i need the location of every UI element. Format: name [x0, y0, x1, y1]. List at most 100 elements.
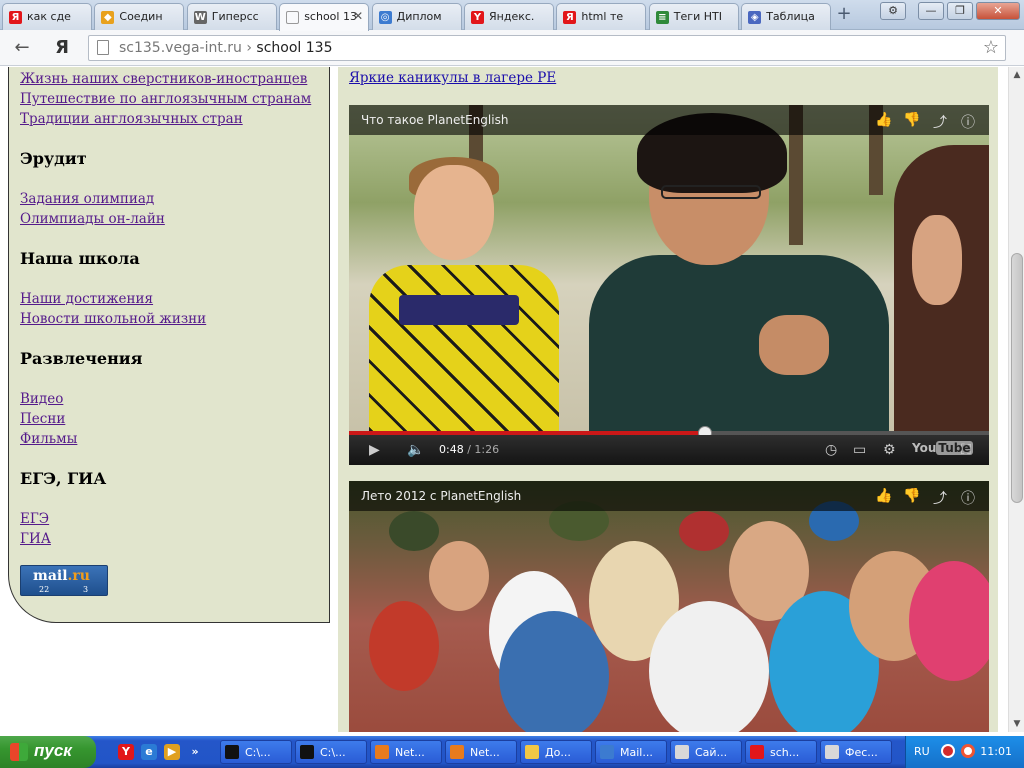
maximize-button[interactable]: ❐	[947, 2, 973, 20]
captions-icon[interactable]: ▭	[853, 442, 866, 458]
bookmark-star-icon[interactable]: ☆	[983, 37, 999, 58]
video-actions: 👍 👎 ⤴ ⓘ	[875, 488, 977, 508]
camp-link[interactable]: Яркие каникулы в лагере PE	[349, 70, 556, 86]
taskbar-task[interactable]: C:\...	[220, 740, 292, 764]
video-player-1[interactable]: Что такое PlanetEnglish 👍 👎 ⤴ ⓘ ▶ 🔈 0:48…	[349, 105, 989, 465]
hand	[759, 315, 829, 375]
minimize-button[interactable]: —	[918, 2, 944, 20]
browser-tab[interactable]: ◈ Таблица	[741, 3, 832, 30]
vertical-scrollbar[interactable]: ▲ ▼	[1008, 67, 1024, 732]
sidebar-link[interactable]: Наши достижения	[20, 289, 329, 309]
info-icon[interactable]: ⓘ	[959, 112, 977, 132]
windows-logo-icon	[10, 743, 28, 761]
time-display: 0:48 / 1:26	[439, 443, 499, 456]
volume-icon[interactable]: 🔈	[407, 442, 424, 458]
video-player-2[interactable]: Лето 2012 с PlanetEnglish 👍 👎 ⤴ ⓘ	[349, 481, 989, 732]
tab-label: Гиперсс	[211, 10, 259, 23]
browser-tab[interactable]: ◎ Диплом	[371, 3, 462, 30]
tab-favicon-icon: ◈	[748, 11, 762, 24]
player-controls: ▶ 🔈 0:48 / 1:26 ◷ ▭ ⚙ You Tube ⛶	[349, 435, 989, 465]
dislike-icon[interactable]: 👎	[903, 488, 921, 508]
taskbar-task[interactable]: До...	[520, 740, 592, 764]
sidebar-link[interactable]: Видео	[20, 389, 329, 409]
browser-tab[interactable]: ◆ Соедин	[94, 3, 185, 30]
address-bar[interactable]: sc135.vega-int.ru › school 135 ☆	[88, 35, 1006, 61]
url-path: school 135	[256, 40, 333, 56]
video-title-text[interactable]: Лето 2012 с PlanetEnglish	[361, 489, 521, 503]
taskbar-task[interactable]: Mail...	[595, 740, 667, 764]
sidebar-link[interactable]: Жизнь наших сверстников-иностранцев	[20, 69, 329, 89]
video-title-text[interactable]: Что такое PlanetEnglish	[361, 113, 508, 127]
language-indicator[interactable]: RU	[914, 745, 930, 758]
media-quicklaunch-icon[interactable]: ▶	[164, 744, 180, 760]
play-icon[interactable]: ▶	[369, 442, 380, 458]
video-actions: 👍 👎 ⤴ ⓘ	[875, 112, 977, 132]
glasses	[661, 185, 761, 199]
antivirus-tray-icon[interactable]	[941, 744, 955, 758]
crowd-figure	[499, 611, 609, 732]
sidebar-link[interactable]: Песни	[20, 409, 329, 429]
settings-icon[interactable]: ⚙	[880, 2, 906, 20]
video-frame[interactable]	[349, 481, 989, 732]
yandex-quicklaunch-icon[interactable]: Y	[118, 744, 134, 760]
task-label: Net...	[470, 746, 500, 759]
sidebar-link[interactable]: Фильмы	[20, 429, 329, 449]
task-label: Net...	[395, 746, 425, 759]
browser-tab[interactable]: Якак сде	[2, 3, 92, 30]
taskbar-task[interactable]: Сай...	[670, 740, 742, 764]
sidebar-link[interactable]: Задания олимпиад	[20, 189, 329, 209]
browser-tab[interactable]: W Гиперсс	[186, 3, 277, 30]
taskbar-task[interactable]: C:\...	[295, 740, 367, 764]
share-icon[interactable]: ⤴	[931, 112, 949, 132]
sidebar-link[interactable]: ГИА	[20, 529, 329, 549]
close-window-button[interactable]: ✕	[976, 2, 1020, 20]
like-icon[interactable]: 👍	[875, 112, 893, 132]
browser-tab[interactable]: Яhtml те	[556, 3, 647, 30]
sidebar-link[interactable]: Традиции англоязычных стран	[20, 109, 329, 129]
mailru-logo-text: mail	[33, 568, 68, 584]
tab-label: как сде	[27, 10, 71, 23]
back-button[interactable]: ←	[10, 36, 34, 60]
task-label: Фес...	[845, 746, 878, 759]
info-icon[interactable]: ⓘ	[959, 488, 977, 508]
ie-quicklaunch-icon[interactable]: e	[141, 744, 157, 760]
fullscreen-icon[interactable]: ⛶	[961, 442, 971, 458]
sidebar-link[interactable]: Олимпиады он-лайн	[20, 209, 329, 229]
tab-favicon-icon: W	[193, 11, 207, 24]
sidebar-link[interactable]: Путешествие по англоязычным странам	[20, 89, 329, 109]
time-separator: /	[463, 443, 475, 456]
video-frame[interactable]	[349, 105, 989, 445]
counter-right: 3	[83, 585, 89, 594]
mailru-logo-domain: .ru	[67, 568, 90, 584]
sidebar-link[interactable]: ЕГЭ	[20, 509, 329, 529]
scroll-down-arrow[interactable]: ▼	[1009, 716, 1024, 732]
browser-tab[interactable]: Y Яндекс.	[464, 3, 554, 30]
scroll-up-arrow[interactable]: ▲	[1009, 67, 1024, 83]
share-icon[interactable]: ⤴	[931, 488, 949, 508]
sidebar-link[interactable]: Новости школьной жизни	[20, 309, 329, 329]
browser-tab[interactable]: school 13 ✕	[279, 3, 370, 31]
main-content: Яркие каникулы в лагере PE Что такое Pla…	[338, 67, 998, 732]
taskbar-task[interactable]: Net...	[370, 740, 442, 764]
browser-tab[interactable]: ≡ Теги HTI	[648, 3, 739, 30]
taskbar-task[interactable]: Net...	[445, 740, 517, 764]
opera-tray-icon[interactable]	[961, 744, 975, 758]
time-total: 1:26	[474, 443, 500, 456]
url-text[interactable]: sc135.vega-int.ru › school 135	[119, 40, 332, 56]
tab-label: Таблица	[766, 10, 815, 23]
like-icon[interactable]: 👍	[875, 488, 893, 508]
mailru-counter[interactable]: mail.ru 22 3	[20, 565, 108, 596]
tab-close-icon[interactable]: ✕	[353, 9, 363, 23]
watch-later-icon[interactable]: ◷	[825, 442, 837, 458]
taskbar-task[interactable]: Фес...	[820, 740, 892, 764]
yandex-button[interactable]: Я	[50, 36, 74, 60]
quicklaunch-more-icon[interactable]: »	[187, 744, 203, 760]
time-current: 0:48	[439, 443, 464, 456]
start-button[interactable]: пуск	[0, 736, 96, 768]
gear-icon[interactable]: ⚙	[883, 442, 896, 458]
scroll-thumb[interactable]	[1011, 253, 1023, 503]
dislike-icon[interactable]: 👎	[903, 112, 921, 132]
new-tab-button[interactable]: +	[833, 5, 855, 24]
taskbar-task[interactable]: sch...	[745, 740, 817, 764]
boy-shirt	[369, 265, 559, 445]
